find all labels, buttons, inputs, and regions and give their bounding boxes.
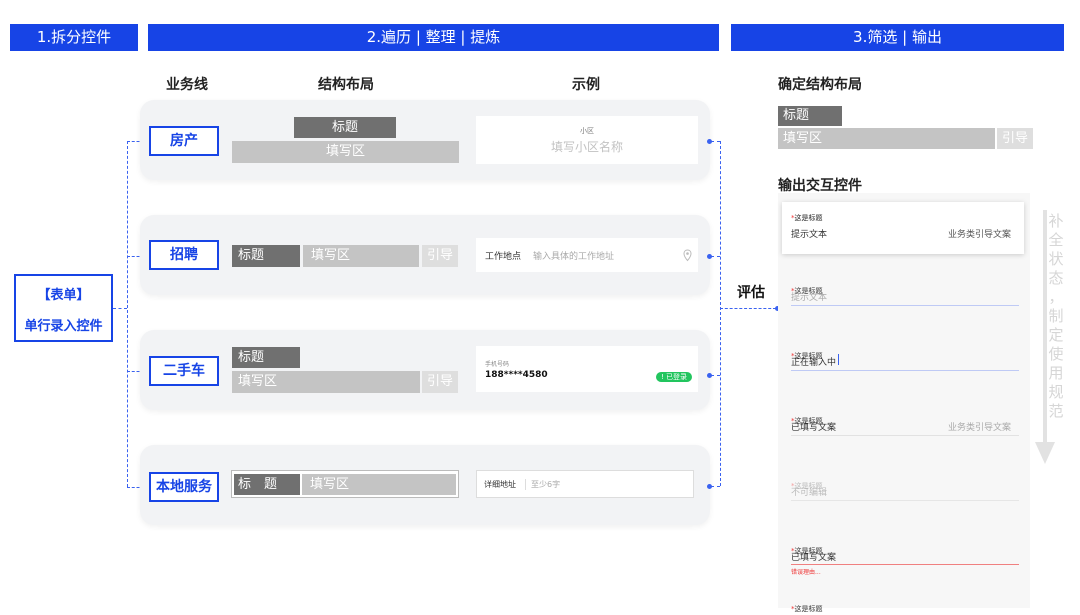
form-subtitle: 单行录入控件: [24, 319, 103, 334]
state-typing: *这是标题 正在输入中: [782, 335, 1024, 375]
state-disabled-value: 不可编辑: [791, 488, 828, 498]
state-error: *这是标题 已填写文案 错误理由...: [782, 530, 1024, 578]
local-example-placeholder: 至少6字: [531, 480, 561, 489]
car-title-block: 标题: [232, 347, 300, 368]
login-status-badge: ! 已登录: [656, 372, 693, 382]
step2-header: 2.遍历 | 整理 | 提炼: [148, 24, 719, 51]
jobs-example-placeholder: 输入具体的工作地址: [533, 252, 615, 262]
car-example: 手机号码 188****4580 ! 已登录: [476, 346, 698, 392]
car-example-label: 手机号码: [485, 361, 510, 368]
jobs-fill-block: 填写区: [303, 245, 419, 267]
step1-header: 1.拆分控件: [10, 24, 138, 51]
jobs-title-block: 标题: [232, 245, 300, 267]
state-default-guide: 业务类引导文案: [948, 230, 1012, 240]
state-typing-value: 正在输入中: [791, 358, 837, 368]
state-disabled: *这是标题 不可编辑: [782, 465, 1024, 505]
confirm-fill-block: 填写区: [778, 128, 995, 149]
connector-right-jobs: [711, 256, 720, 257]
state-next-label: 这是标题: [794, 605, 823, 613]
state-disabled-underline: [791, 500, 1019, 501]
state-error-underline: [791, 564, 1019, 565]
house-fill-block: 填写区: [232, 141, 459, 163]
connector-vertical-right: [720, 141, 721, 486]
connector-right-car: [711, 375, 720, 376]
car-fill-block: 填写区: [232, 371, 420, 393]
output-controls-title: 输出交互控件: [778, 178, 862, 194]
local-fill-block: 填写区: [302, 474, 456, 495]
biz-local: 本地服务: [149, 472, 219, 502]
arrow-down-icon: [1034, 210, 1056, 469]
text-cursor: [838, 354, 839, 365]
form-box: 【表单】 单行录入控件: [14, 274, 113, 342]
state-default-label-wrap: *这是标题: [791, 214, 823, 222]
car-example-value: 188****4580: [485, 370, 548, 380]
connector-vertical-left: [127, 141, 128, 487]
confirm-title-block: 标题: [778, 106, 842, 126]
state-focus-value: 提示文本: [791, 293, 828, 303]
state-filled-guide: 业务类引导文案: [948, 423, 1012, 433]
local-example-divider: [525, 479, 526, 490]
house-example-placeholder: 填写小区名称: [550, 140, 623, 154]
state-default-value: 提示文本: [791, 230, 828, 240]
biz-car: 二手车: [149, 356, 219, 386]
jobs-example-label: 工作地点: [485, 252, 522, 262]
form-title: 【表单】: [37, 288, 90, 303]
local-title-block: 标 题: [234, 474, 300, 495]
local-example: 详细地址 至少6字: [476, 470, 694, 498]
step3-header: 3.筛选 | 输出: [731, 24, 1064, 51]
connector-right-local: [711, 486, 720, 487]
connector-right-house: [711, 141, 720, 142]
biz-house: 房产: [149, 126, 219, 156]
biz-jobs: 招聘: [149, 240, 219, 270]
state-error-message: 错误理由...: [791, 569, 821, 576]
column-business: 业务线: [166, 77, 208, 93]
state-default-label: 这是标题: [794, 214, 823, 222]
evaluate-label: 评估: [737, 285, 765, 301]
car-guide-block: 引导: [422, 371, 458, 393]
jobs-example: 工作地点 输入具体的工作地址: [476, 238, 698, 272]
state-focus: *这是标题 提示文本: [782, 270, 1024, 310]
column-layout: 结构布局: [318, 77, 374, 93]
connector-form: [113, 308, 127, 309]
column-example: 示例: [572, 77, 600, 93]
state-default: *这是标题 提示文本 业务类引导文案: [782, 202, 1024, 254]
state-next: *这是标题: [791, 605, 823, 613]
state-filled: *这是标题 已填写文案 业务类引导文案: [782, 400, 1024, 440]
state-filled-underline: [791, 435, 1019, 436]
local-example-label: 详细地址: [484, 480, 516, 489]
confirm-layout-title: 确定结构布局: [778, 77, 862, 93]
connector-evaluate: [720, 308, 776, 309]
state-error-value: 已填写文案: [791, 553, 837, 563]
house-title-block: 标题: [294, 117, 396, 138]
state-focus-underline: [791, 305, 1019, 306]
confirm-guide-block: 引导: [997, 128, 1033, 149]
state-filled-value: 已填写文案: [791, 423, 837, 433]
state-typing-underline: [791, 370, 1019, 371]
jobs-guide-block: 引导: [422, 245, 458, 267]
location-pin-icon: [683, 247, 692, 266]
house-example-label: 小区: [580, 127, 594, 135]
house-example: 小区 填写小区名称: [476, 116, 698, 164]
